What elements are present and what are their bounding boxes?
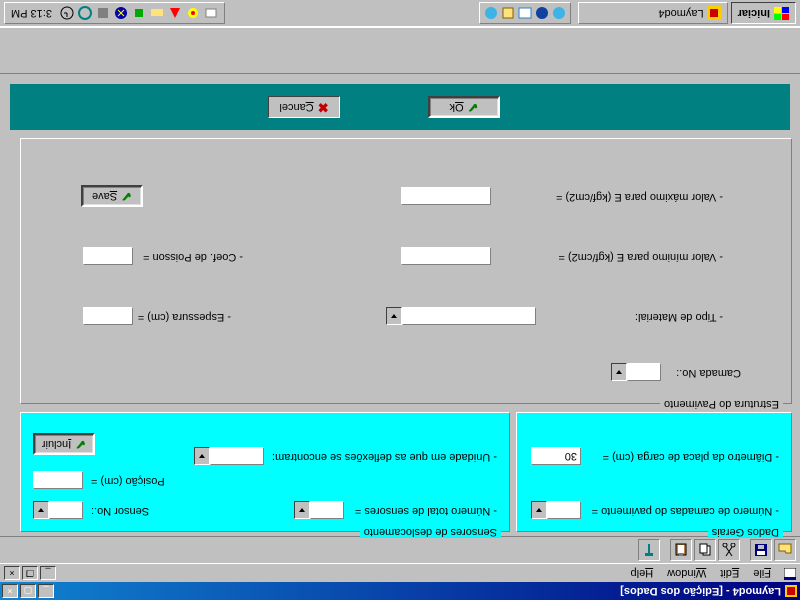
label-diametro: - Diâmetro da placa de carga (cm) = — [603, 451, 779, 463]
input-valor-max[interactable] — [401, 187, 491, 205]
save-button[interactable]: ✔ Save — [81, 185, 143, 207]
task-app-icon — [707, 6, 721, 20]
input-valor-min[interactable] — [401, 247, 491, 265]
clock: 3:13 PM — [11, 7, 52, 19]
tray-icon[interactable] — [168, 6, 182, 20]
task-label: Laymod4 — [658, 7, 703, 19]
menu-help[interactable]: Help — [625, 566, 660, 580]
maximize-button[interactable]: ▢ — [20, 584, 36, 598]
x-icon: ✖ — [318, 99, 329, 115]
group-estrutura: Estrutura do Pavimento Camada No.: - Tip… — [20, 138, 792, 404]
combo-tipo-material[interactable] — [386, 307, 536, 325]
incluir-button[interactable]: ✔ Incluir — [33, 433, 95, 455]
taskbar: Iniciar Laymod4 3:13 PM — [0, 0, 800, 28]
group-sensores-legend: Sensores de deslocamento — [360, 526, 501, 538]
ok-label: Ok — [450, 101, 464, 113]
client-area: Sensores de deslocamento Sensor No.: Pos… — [0, 74, 800, 536]
tray-icon[interactable] — [114, 6, 128, 20]
label-sensor-no: Sensor No.: — [91, 505, 149, 517]
toolbar — [0, 536, 800, 564]
mdi-child-icon[interactable] — [782, 566, 796, 580]
label-coef-poisson: - Coef. de Poisson = — [143, 251, 243, 263]
menu-window[interactable]: Window — [661, 566, 712, 580]
incluir-label: Incluir — [42, 438, 71, 450]
ok-button[interactable]: ✔ Ok — [428, 96, 500, 118]
cancel-button[interactable]: ✖ Cancel — [268, 96, 340, 118]
combo-numero-camadas[interactable] — [531, 501, 581, 519]
tray-icon[interactable] — [535, 6, 549, 20]
input-espessura[interactable] — [83, 307, 133, 325]
title-bar: Laymod4 - [Edição dos Dados] _ ▢ × — [0, 582, 800, 600]
label-valor-max: - Valor máximo para E (kgf/cm2) = — [556, 191, 723, 203]
app-icon — [784, 584, 798, 598]
combo-sensor-no[interactable] — [33, 501, 83, 519]
tray-icon[interactable] — [186, 6, 200, 20]
tool-button[interactable] — [638, 539, 660, 561]
input-posicao[interactable] — [33, 471, 83, 489]
tray-icon[interactable] — [132, 6, 146, 20]
menu-file[interactable]: File — [747, 566, 777, 580]
label-espessura: - Espessura (cm) = — [138, 311, 231, 323]
group-sensores: Sensores de deslocamento Sensor No.: Pos… — [20, 412, 510, 532]
tray-icon[interactable] — [501, 6, 515, 20]
check-icon: ✔ — [468, 99, 479, 115]
paste-button[interactable] — [670, 539, 692, 561]
tray-icon[interactable] — [96, 6, 110, 20]
group-dados-legend: Dados Gerais — [708, 526, 783, 538]
mdi-restore-button[interactable]: ❐ — [22, 566, 38, 580]
check-icon: ✔ — [75, 436, 86, 452]
label-camada-no: Camada No.: — [676, 367, 741, 379]
start-label: Iniciar — [738, 7, 770, 19]
tray-icon[interactable] — [60, 6, 74, 20]
save-button-toolbar[interactable] — [750, 539, 772, 561]
close-button[interactable]: × — [2, 584, 18, 598]
combo-unidade[interactable] — [194, 447, 264, 465]
tray-icon[interactable] — [150, 6, 164, 20]
cut-button[interactable] — [718, 539, 740, 561]
tray-icon[interactable] — [484, 6, 498, 20]
tray-icon[interactable] — [204, 6, 218, 20]
system-tray: 3:13 PM — [4, 2, 225, 24]
label-numero-total: - Número total de sensores = — [355, 505, 497, 517]
combo-numero-total[interactable] — [294, 501, 344, 519]
open-file-button[interactable] — [774, 539, 796, 561]
label-valor-min: - Valor mínimo para E (kgf/cm2) = — [558, 251, 723, 263]
group-dados-gerais: Dados Gerais - Número de camadas do pavi… — [516, 412, 792, 532]
save-label: Save — [92, 190, 117, 202]
minimize-button[interactable]: _ — [38, 584, 54, 598]
windows-logo-icon — [773, 6, 789, 20]
mdi-minimize-button[interactable]: _ — [40, 566, 56, 580]
tray-icon[interactable] — [78, 6, 92, 20]
check-icon: ✔ — [121, 188, 132, 204]
copy-button[interactable] — [694, 539, 716, 561]
task-button-laymod[interactable]: Laymod4 — [578, 2, 728, 24]
diametro-value: 30 — [565, 450, 577, 462]
quick-launch — [479, 2, 571, 24]
combo-camada-no[interactable] — [611, 363, 661, 381]
tray-icon[interactable] — [518, 6, 532, 20]
group-estrutura-legend: Estrutura do Pavimento — [660, 398, 783, 410]
menu-edit[interactable]: Edit — [714, 566, 745, 580]
cancel-label: Cancel — [279, 101, 313, 113]
label-posicao: Posição (cm) = — [91, 475, 165, 487]
window-title: Laymod4 - [Edição dos Dados] — [56, 585, 781, 597]
label-unidade: - Unidade em que as deflexões se encontr… — [272, 451, 497, 463]
mdi-close-button[interactable]: × — [4, 566, 20, 580]
tray-icon[interactable] — [552, 6, 566, 20]
button-bar: ✔ Ok ✖ Cancel — [10, 84, 790, 130]
label-tipo-material: - Tipo de Material: — [635, 311, 723, 323]
start-button[interactable]: Iniciar — [731, 2, 796, 24]
input-coef-poisson[interactable] — [83, 247, 133, 265]
input-diametro[interactable]: 30 — [531, 447, 581, 465]
menu-bar: File Edit Window Help _ ❐ × — [0, 564, 800, 582]
label-numero-camadas: - Número de camadas do pavimento = — [592, 505, 779, 517]
